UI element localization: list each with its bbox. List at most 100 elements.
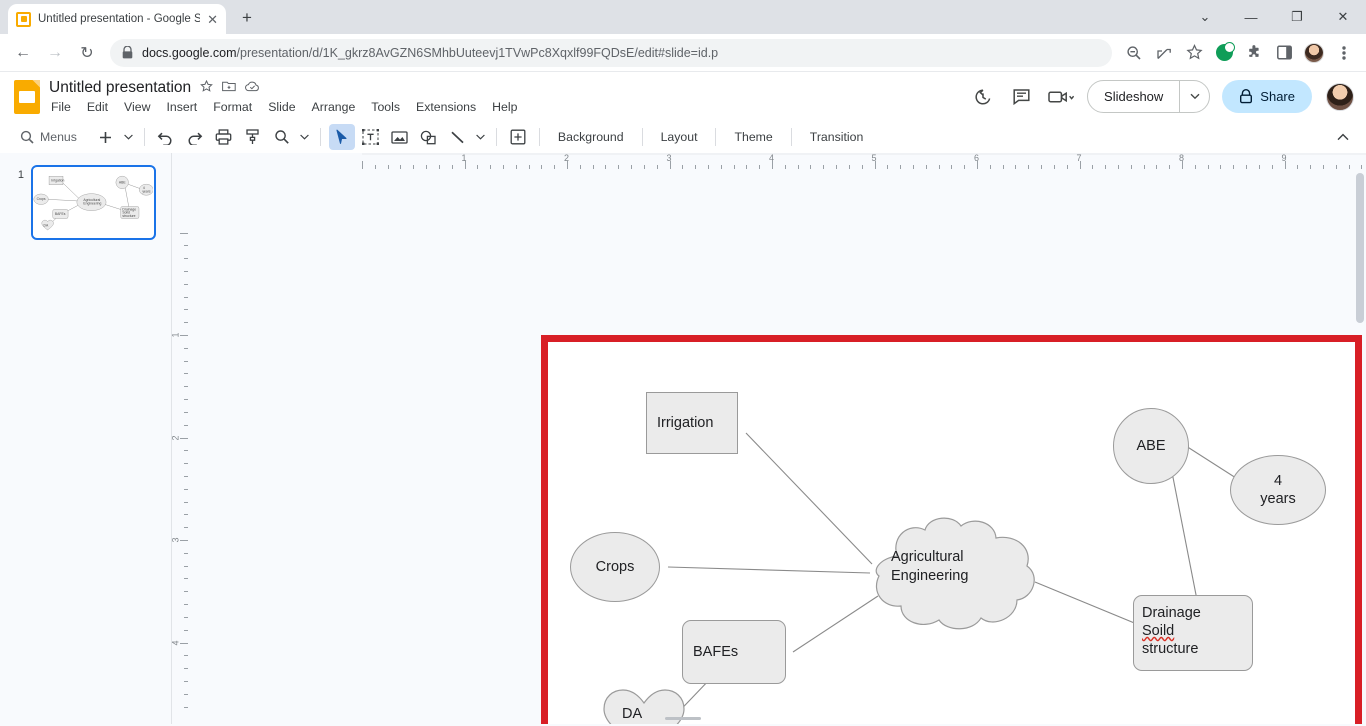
comment-icon[interactable]	[1005, 80, 1038, 113]
horizontal-ruler[interactable]: 1 2 3 4 5 6 7 8 9	[172, 153, 1366, 169]
image-icon[interactable]	[387, 124, 413, 150]
node-irrigation[interactable]: Irrigation	[646, 392, 738, 454]
address-bar[interactable]: docs.google.com/presentation/d/1K_gkrz8A…	[110, 38, 1112, 67]
zoom-out-icon[interactable]	[1120, 39, 1148, 67]
line-caret-icon[interactable]	[474, 124, 488, 150]
ruler-tick	[1194, 165, 1196, 169]
extension-green-icon[interactable]	[1210, 39, 1238, 67]
add-slide-caret-icon[interactable]	[122, 124, 136, 150]
ruler-tick	[1156, 165, 1158, 169]
menu-view[interactable]: View	[122, 99, 152, 115]
add-comment-icon[interactable]	[505, 124, 531, 150]
undo-icon[interactable]	[153, 124, 179, 150]
cloud-saved-icon[interactable]	[245, 81, 261, 95]
background-button[interactable]: Background	[548, 126, 634, 148]
slide-editing-area[interactable]: Irrigation Crops BAFEs DA Agricultural E…	[541, 335, 1362, 726]
reload-icon[interactable]: ↻	[72, 38, 102, 68]
title-and-menus: Untitled presentation File Edit View Ins…	[49, 79, 519, 115]
slide-canvas[interactable]: Irrigation Crops BAFEs DA Agricultural E…	[541, 335, 1362, 726]
zoom-icon[interactable]	[269, 124, 295, 150]
menu-extensions[interactable]: Extensions	[414, 99, 478, 115]
forward-icon[interactable]: →	[40, 38, 70, 68]
collapse-toolbar-icon[interactable]	[1330, 124, 1356, 150]
connector-abe-to-four-years	[1185, 445, 1237, 479]
node-agricultural-engineering[interactable]: Agricultural Engineering	[861, 514, 1041, 632]
select-cursor-icon[interactable]	[328, 124, 355, 150]
close-icon[interactable]: ✕	[207, 13, 218, 26]
node-label-agricultural-engineering-line2: Engineering	[891, 568, 969, 585]
node-crops[interactable]: Crops	[570, 532, 660, 602]
slide-number: 1	[17, 169, 24, 181]
connector-crops-to-agricultural-engineering	[667, 566, 871, 574]
ruler-tick	[925, 165, 927, 169]
ruler-tick	[1335, 165, 1337, 169]
extensions-puzzle-icon[interactable]	[1240, 39, 1268, 67]
menus-search-button[interactable]: Menus	[10, 124, 90, 150]
slideshow-button-group[interactable]: Slideshow	[1087, 80, 1211, 113]
ruler-tick	[184, 399, 188, 401]
slideshow-button[interactable]: Slideshow	[1088, 81, 1179, 112]
ruler-tick	[400, 165, 402, 169]
ruler-tick	[184, 604, 188, 606]
header-actions: Slideshow Share	[966, 80, 1354, 113]
bookmark-star-icon[interactable]	[1180, 39, 1208, 67]
vertical-ruler[interactable]: 1 2 3 4	[172, 169, 188, 724]
menu-edit[interactable]: Edit	[85, 99, 110, 115]
shape-icon[interactable]	[416, 124, 442, 150]
version-history-icon[interactable]	[966, 80, 999, 113]
theme-button[interactable]: Theme	[724, 126, 782, 148]
notes-resize-handle[interactable]	[665, 717, 701, 720]
paint-format-icon[interactable]	[240, 124, 266, 150]
menu-slide[interactable]: Slide	[266, 99, 297, 115]
text-box-icon[interactable]	[358, 124, 384, 150]
maximize-icon[interactable]: ❐	[1274, 0, 1320, 34]
toolbar-divider-2	[319, 128, 321, 146]
browser-tab[interactable]: Untitled presentation - Google S ✕	[8, 4, 226, 34]
move-to-folder-icon[interactable]	[222, 80, 236, 95]
minimize-icon[interactable]: —	[1228, 0, 1274, 34]
node-abe[interactable]: ABE	[1113, 408, 1189, 484]
window-close-icon[interactable]: ✕	[1320, 0, 1366, 34]
title-row: Untitled presentation	[49, 79, 519, 97]
transition-button[interactable]: Transition	[800, 126, 874, 148]
chevron-down-icon[interactable]	[1179, 81, 1209, 112]
chrome-menu-icon[interactable]	[1330, 39, 1358, 67]
account-avatar[interactable]	[1326, 82, 1354, 111]
document-title[interactable]: Untitled presentation	[49, 79, 191, 97]
menu-file[interactable]: File	[49, 99, 73, 115]
ruler-tick	[528, 165, 530, 169]
back-icon[interactable]: ←	[8, 38, 38, 68]
ruler-tick	[180, 335, 188, 336]
add-slide-button[interactable]	[93, 124, 119, 150]
menu-arrange[interactable]: Arrange	[310, 99, 358, 115]
slide-thumbnail-1[interactable]: Irrigation Crops BAFEs DA Agricultural Engi…	[31, 165, 156, 240]
slide-filmstrip: 1 Irrigation Crops BAFEs DA Agricultural…	[0, 153, 172, 724]
ruler-label-h: 2	[564, 153, 570, 163]
side-panel-icon[interactable]	[1270, 39, 1298, 67]
ruler-tick	[951, 165, 953, 169]
share-button[interactable]: Share	[1222, 80, 1312, 113]
menu-tools[interactable]: Tools	[369, 99, 402, 115]
share-link-icon[interactable]	[1150, 39, 1178, 67]
vertical-scrollbar[interactable]	[1356, 173, 1364, 323]
ruler-label-v: 2	[172, 435, 181, 440]
line-icon[interactable]	[445, 124, 471, 150]
ruler-tick	[720, 165, 722, 169]
node-da[interactable]: DA	[600, 687, 688, 726]
node-bafes[interactable]: BAFEs	[682, 620, 786, 684]
ruler-label-v: 1	[172, 332, 181, 337]
zoom-caret-icon[interactable]	[298, 124, 312, 150]
tab-search-icon[interactable]: ⌄	[1182, 0, 1228, 34]
layout-button[interactable]: Layout	[651, 126, 708, 148]
node-four-years[interactable]: 4 years	[1230, 455, 1326, 525]
meet-camera-icon[interactable]	[1044, 80, 1077, 113]
node-drainage[interactable]: Drainage Soild structure	[1133, 595, 1253, 671]
menu-help[interactable]: Help	[490, 99, 519, 115]
print-icon[interactable]	[211, 124, 237, 150]
star-icon[interactable]	[200, 79, 214, 96]
menu-insert[interactable]: Insert	[164, 99, 199, 115]
redo-icon[interactable]	[182, 124, 208, 150]
new-tab-button[interactable]: +	[236, 7, 258, 29]
menu-format[interactable]: Format	[211, 99, 254, 115]
profile-avatar[interactable]	[1300, 39, 1328, 67]
